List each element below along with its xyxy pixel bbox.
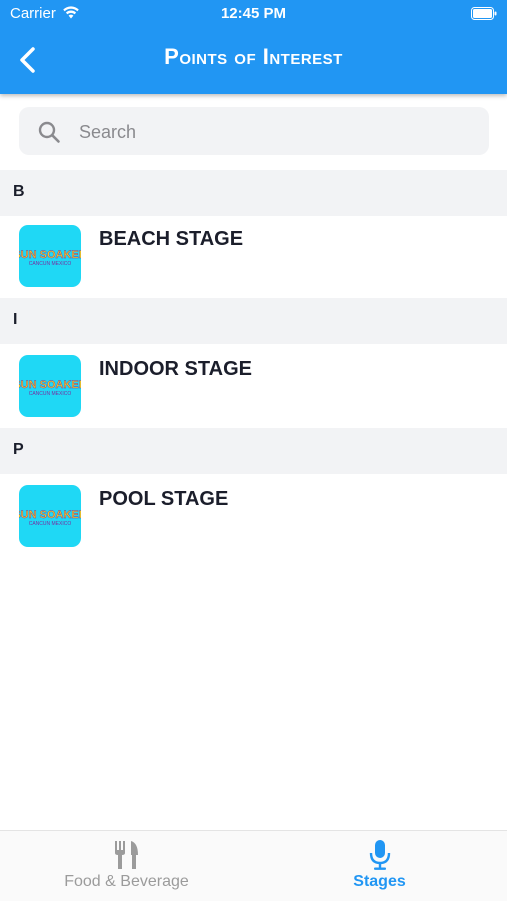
sun-soaked-logo: SUN SOAKED CANCUN MEXICO xyxy=(19,355,81,417)
back-button[interactable] xyxy=(10,42,46,78)
tab-label: Food & Beverage xyxy=(64,873,189,890)
list-item-label: POOL STAGE xyxy=(99,488,229,510)
list-item-indoor-stage[interactable]: SUN SOAKED CANCUN MEXICO INDOOR STAGE xyxy=(0,346,507,428)
search-icon xyxy=(38,121,60,143)
search-input[interactable] xyxy=(77,115,461,149)
chevron-left-icon xyxy=(20,47,35,73)
section-letter: P xyxy=(13,441,24,458)
svg-text:CANCUN MEXICO: CANCUN MEXICO xyxy=(29,261,72,267)
sun-soaked-logo: SUN SOAKED CANCUN MEXICO xyxy=(19,485,81,547)
section-header-b: B xyxy=(0,170,507,216)
svg-text:SUN SOAKED: SUN SOAKED xyxy=(19,509,81,521)
tab-label: Stages xyxy=(353,873,406,890)
microphone-icon xyxy=(369,840,390,870)
section-letter: B xyxy=(13,183,25,200)
navigation-header: Carrier 12:45 PM Points of Interest xyxy=(0,0,507,94)
list-item-pool-stage[interactable]: SUN SOAKED CANCUN MEXICO POOL STAGE xyxy=(0,476,507,558)
section-header-i: I xyxy=(0,298,507,344)
list-item-label: BEACH STAGE xyxy=(99,228,244,250)
tab-stages[interactable]: Stages xyxy=(253,831,506,901)
svg-text:SUN SOAKED: SUN SOAKED xyxy=(19,379,81,391)
search-bar xyxy=(0,94,507,170)
list-item-label: INDOOR STAGE xyxy=(99,358,252,380)
section-letter: I xyxy=(13,311,18,328)
status-bar: Carrier 12:45 PM xyxy=(0,0,507,30)
sun-soaked-logo: SUN SOAKED CANCUN MEXICO xyxy=(19,225,81,287)
svg-text:CANCUN MEXICO: CANCUN MEXICO xyxy=(29,391,72,397)
tab-food-beverage[interactable]: Food & Beverage xyxy=(0,831,253,901)
page-title: Points of Interest xyxy=(164,44,343,69)
svg-text:SUN SOAKED: SUN SOAKED xyxy=(19,249,81,261)
svg-text:CANCUN MEXICO: CANCUN MEXICO xyxy=(29,521,72,527)
section-header-p: P xyxy=(0,428,507,474)
tab-bar: Food & Beverage Stages xyxy=(0,830,507,901)
status-time: 12:45 PM xyxy=(220,5,287,22)
search-field[interactable] xyxy=(19,107,489,155)
fork-knife-icon xyxy=(114,841,138,869)
battery-icon xyxy=(471,7,497,20)
list-item-beach-stage[interactable]: SUN SOAKED CANCUN MEXICO BEACH STAGE xyxy=(0,216,507,298)
